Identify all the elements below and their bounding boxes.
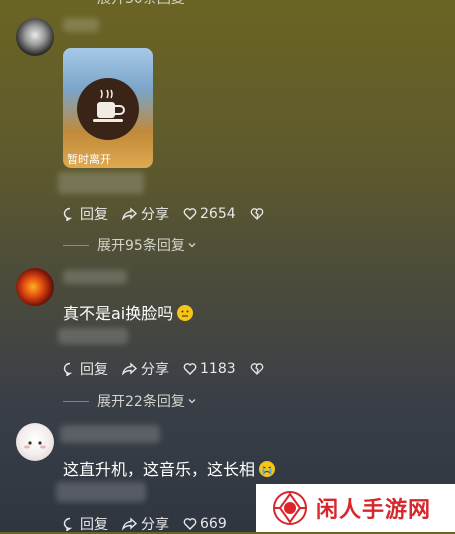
comment-actions: 回复 分享 2654 [63,204,281,224]
share-button[interactable]: 分享 [122,204,169,224]
like-button[interactable]: 2654 [183,206,236,222]
share-icon [122,517,138,531]
username-blurred [60,425,160,443]
broken-heart-icon [250,363,263,375]
crying-emoji-icon [259,461,276,477]
reply-button[interactable]: 回复 [63,514,108,534]
thumb-caption: 暂时离开 [67,153,111,166]
site-logo-icon [273,491,307,525]
expand-replies[interactable]: 展开22条回复 [63,391,197,411]
like-button[interactable]: 669 [183,516,227,532]
comment-meta-blurred [56,482,146,502]
share-label: 分享 [141,207,169,223]
avatar[interactable] [16,268,54,306]
avatar[interactable] [16,18,54,56]
cafe-logo-icon [77,78,139,140]
like-count: 669 [200,516,227,532]
share-icon [122,362,138,376]
awkward-emoji-icon [177,305,194,321]
share-label: 分享 [141,362,169,378]
reply-label: 回复 [80,517,108,533]
heart-icon [183,518,197,530]
broken-heart-icon [250,208,263,220]
heart-icon [183,363,197,375]
like-button[interactable]: 1183 [183,361,236,377]
expand-replies-top[interactable]: 展开30条回复 [63,0,185,8]
share-button[interactable]: 分享 [122,514,169,534]
heart-icon [183,208,197,220]
comment-actions: 回复 分享 669 [63,514,241,534]
expand-label: 展开95条回复 [97,238,185,254]
share-icon [122,207,138,221]
comment-text: 这直升机，这音乐，这长相 [63,456,276,480]
reply-label: 回复 [80,362,108,378]
chevron-down-icon [188,243,196,248]
share-label: 分享 [141,517,169,533]
expand-label: 展开22条回复 [97,394,185,410]
like-count: 2654 [200,206,236,222]
reply-icon [63,517,73,531]
username-blurred [63,18,99,32]
chevron-down-icon [188,399,196,404]
dislike-button[interactable] [250,362,267,376]
dislike-button[interactable] [250,207,267,221]
comment-text: 真不是ai换脸吗 [63,300,194,324]
reply-label: 回复 [80,207,108,223]
expand-replies[interactable]: 展开95条回复 [63,235,197,255]
comment-text-blurred [58,172,144,194]
comment-text-content: 这直升机，这音乐，这长相 [63,460,256,479]
share-button[interactable]: 分享 [122,359,169,379]
comment-text-content: 真不是ai换脸吗 [63,304,174,323]
expand-label: 展开30条回复 [97,0,185,8]
reply-button[interactable]: 回复 [63,359,108,379]
reply-button[interactable]: 回复 [63,204,108,224]
comment-actions: 回复 分享 1183 [63,359,281,379]
comment-image[interactable]: 暂时离开 [63,48,153,168]
site-watermark: 闲人手游网 [256,484,455,532]
comment-meta-blurred [58,328,128,344]
avatar[interactable] [16,423,54,461]
watermark-text: 闲人手游网 [316,498,432,523]
reply-icon [63,362,73,376]
like-count: 1183 [200,361,236,377]
divider-line [63,400,89,402]
reply-icon [63,207,73,221]
username-blurred [63,270,127,284]
divider-line [63,244,89,246]
